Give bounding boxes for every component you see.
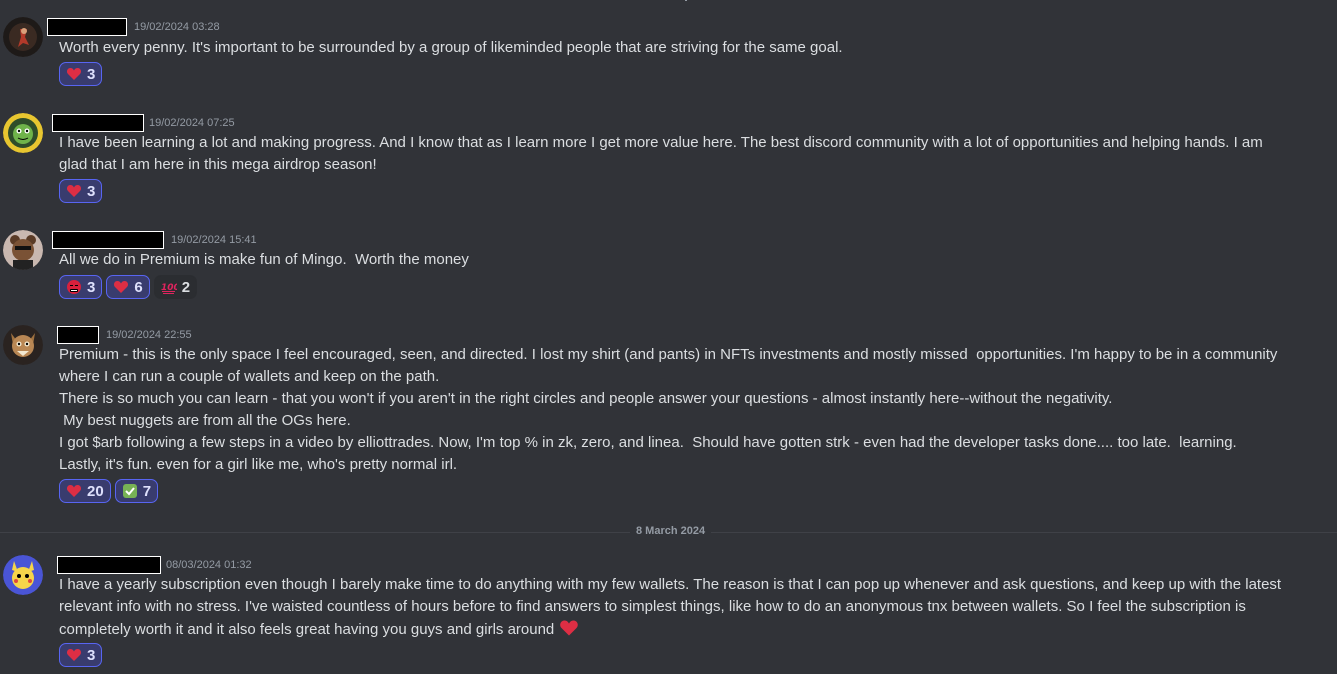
date-divider-label: 8 March 2024	[630, 525, 712, 537]
message-content: I have a yearly subscription even though…	[59, 574, 1319, 641]
reaction-count: 20	[87, 482, 104, 500]
reaction-count: 7	[142, 482, 152, 500]
heart-emoji-icon	[66, 647, 82, 663]
message-header: 19/02/2024 03:28	[47, 17, 220, 37]
scroll-indicator	[685, 0, 687, 1]
avatar[interactable]	[3, 325, 43, 365]
reaction-count: 3	[87, 182, 96, 200]
reaction-heart[interactable]: 3	[59, 179, 103, 203]
avatar-image	[3, 113, 43, 153]
reaction-bar: 3	[59, 179, 103, 203]
reaction-bar: 3	[59, 643, 103, 667]
reaction-bar: 3 6 100 2	[59, 275, 198, 299]
message-header: 19/02/2024 22:55	[47, 325, 192, 345]
message-timestamp: 19/02/2024 15:41	[171, 234, 257, 246]
reaction-hundred-points[interactable]: 100 2	[153, 275, 198, 299]
redacted-username	[52, 231, 164, 249]
message-content: All we do in Premium is make fun of Ming…	[59, 251, 469, 268]
message-content: I have been learning a lot and making pr…	[59, 134, 1263, 173]
avatar[interactable]	[3, 555, 43, 595]
reaction-count: 3	[87, 278, 96, 296]
reaction-check-mark[interactable]: 7	[114, 479, 159, 503]
avatar[interactable]	[3, 17, 43, 57]
avatar-image	[3, 17, 43, 57]
message-text: I have a yearly subscription even though…	[59, 576, 1282, 638]
avatar-image	[3, 555, 43, 595]
reaction-angry-face[interactable]: 3	[59, 275, 103, 299]
reaction-heart[interactable]: 3	[59, 643, 103, 667]
redacted-username	[47, 18, 127, 36]
message-content: Premium - this is the only space I feel …	[59, 346, 1278, 473]
heart-emoji-icon	[113, 279, 129, 295]
reaction-count: 3	[87, 65, 96, 83]
avatar[interactable]	[3, 113, 43, 153]
reaction-heart[interactable]: 20	[59, 479, 111, 503]
redacted-username	[57, 556, 161, 574]
message-timestamp: 19/02/2024 07:25	[149, 117, 235, 129]
reaction-heart[interactable]: 3	[59, 62, 103, 86]
angry-face-emoji-icon	[66, 279, 82, 295]
avatar-image	[3, 325, 43, 365]
reaction-heart[interactable]: 6	[106, 275, 150, 299]
heart-emoji-icon	[66, 66, 82, 82]
heart-emoji-icon	[66, 483, 82, 499]
message-header: 19/02/2024 15:41	[47, 230, 257, 250]
reaction-bar: 20 7	[59, 479, 159, 503]
avatar-image	[3, 230, 43, 270]
reaction-count: 2	[181, 278, 191, 296]
message-header: 19/02/2024 07:25	[47, 113, 235, 133]
message-content: Worth every penny. It's important to be …	[59, 39, 843, 56]
reaction-count: 6	[134, 278, 143, 296]
reaction-count: 3	[87, 646, 96, 664]
heart-emoji-icon	[558, 618, 580, 638]
hundred-points-emoji-icon: 100	[161, 279, 177, 295]
redacted-username	[57, 326, 99, 344]
message-header: 08/03/2024 01:32	[47, 555, 252, 575]
message-timestamp: 19/02/2024 22:55	[106, 329, 192, 341]
reaction-bar: 3	[59, 62, 103, 86]
check-mark-icon	[122, 483, 138, 499]
message-timestamp: 08/03/2024 01:32	[166, 559, 252, 571]
message-timestamp: 19/02/2024 03:28	[134, 21, 220, 33]
redacted-username	[52, 114, 144, 132]
heart-emoji-icon	[66, 183, 82, 199]
avatar[interactable]	[3, 230, 43, 270]
